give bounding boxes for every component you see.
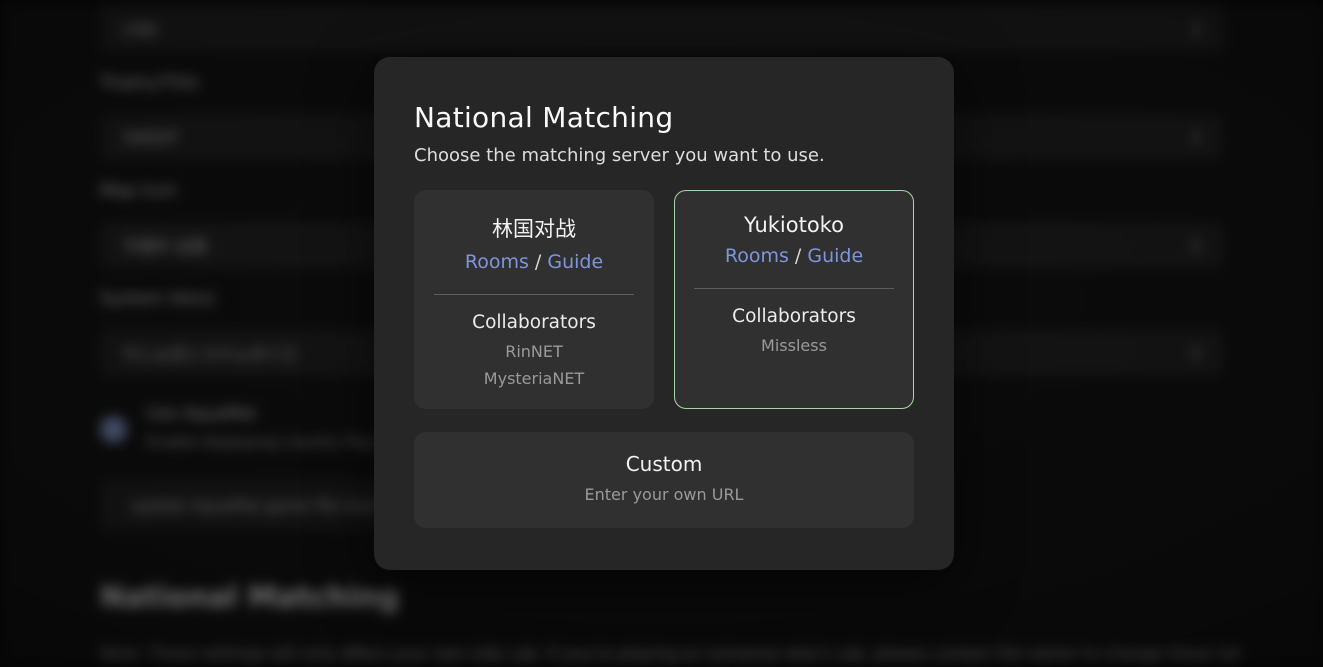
collaborator-name: Missless: [675, 332, 913, 359]
server-links: Rooms / Guide: [415, 251, 653, 273]
card-divider: [694, 288, 894, 289]
link-separator: /: [535, 251, 541, 273]
collaborator-name: MysteriaNET: [415, 365, 653, 392]
national-matching-dialog: National Matching Choose the matching se…: [374, 57, 954, 570]
custom-server-card[interactable]: Custom Enter your own URL: [414, 432, 914, 528]
server-name: 林国对战: [415, 213, 653, 243]
dialog-subtitle: Choose the matching server you want to u…: [414, 145, 914, 166]
collaborators-list: RinNET MysteriaNET: [415, 338, 653, 392]
server-card-yukiotoko[interactable]: Yukiotoko Rooms / Guide Collaborators Mi…: [674, 190, 914, 409]
link-separator: /: [795, 245, 801, 267]
server-links: Rooms / Guide: [675, 245, 913, 267]
collaborator-name: RinNET: [415, 338, 653, 365]
rooms-link[interactable]: Rooms: [725, 245, 789, 267]
server-card-linguo[interactable]: 林国对战 Rooms / Guide Collaborators RinNET …: [414, 190, 654, 409]
rooms-link[interactable]: Rooms: [465, 251, 529, 273]
custom-card-subtitle: Enter your own URL: [414, 485, 914, 504]
collaborators-heading: Collaborators: [675, 306, 913, 327]
collaborators-list: Missless: [675, 332, 913, 359]
custom-card-title: Custom: [414, 452, 914, 476]
guide-link[interactable]: Guide: [807, 245, 863, 267]
collaborators-heading: Collaborators: [415, 312, 653, 333]
server-name: Yukiotoko: [675, 213, 913, 237]
guide-link[interactable]: Guide: [547, 251, 603, 273]
server-options-row: 林国对战 Rooms / Guide Collaborators RinNET …: [414, 190, 914, 409]
card-divider: [434, 294, 634, 295]
dialog-title: National Matching: [414, 101, 914, 134]
